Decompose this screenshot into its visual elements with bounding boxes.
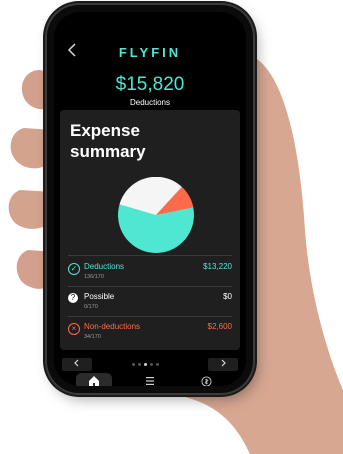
bottom-tab-bar (54, 373, 246, 386)
total-deductions-label: Deductions (129, 98, 171, 107)
check-circle-icon: ✓ (68, 263, 80, 275)
row-name: Possible (84, 292, 115, 301)
x-circle-icon: × (68, 323, 80, 335)
page-dot[interactable] (156, 363, 159, 366)
divider (68, 286, 232, 287)
row-value: $2,600 (207, 322, 232, 331)
question-circle-icon: ? (68, 293, 78, 303)
page-indicator (132, 363, 172, 367)
prev-page-button[interactable] (62, 358, 92, 371)
expense-summary-card: Expense summary ✓ Deductions 136/170 $13… (60, 110, 240, 350)
app-logo: FLYFIN (118, 45, 182, 60)
page-dot[interactable] (150, 363, 153, 366)
divider (68, 316, 232, 317)
row-count: 136/170 (84, 274, 104, 280)
page-dot-active[interactable] (144, 363, 147, 366)
list-item-non-deductions[interactable]: × Non-deductions 34/170 $2,600 (60, 321, 240, 347)
list-icon (146, 377, 154, 386)
card-title: Expense summary (70, 121, 146, 161)
row-count: 34/170 (84, 334, 101, 340)
tab-home[interactable] (76, 373, 112, 386)
list-item-deductions[interactable]: ✓ Deductions 136/170 $13,220 (60, 261, 240, 287)
expense-pie-chart (118, 177, 194, 253)
row-name: Deductions (84, 262, 125, 271)
home-icon (89, 376, 99, 386)
dollar-circle-icon (200, 376, 212, 386)
tab-profile[interactable] (188, 373, 224, 386)
page-dot[interactable] (138, 363, 141, 366)
list-item-possible[interactable]: ? Possible 0/170 $0 (60, 291, 240, 317)
row-count: 0/170 (84, 304, 98, 310)
chevron-left-icon (74, 359, 79, 367)
phone-frame: FLYFIN $15,820 Deductions Expense summar… (47, 5, 253, 393)
phone-screen: FLYFIN $15,820 Deductions Expense summar… (54, 12, 246, 386)
page-dot[interactable] (132, 363, 135, 366)
next-page-button[interactable] (208, 358, 238, 371)
chevron-right-icon (221, 359, 226, 367)
total-deductions-amount: $15,820 (115, 74, 185, 95)
tab-list[interactable] (132, 373, 168, 386)
divider (68, 255, 232, 256)
row-value: $13,220 (203, 262, 232, 271)
top-bar: FLYFIN (54, 42, 246, 62)
row-name: Non-deductions (84, 322, 141, 331)
row-value: $0 (223, 292, 232, 301)
